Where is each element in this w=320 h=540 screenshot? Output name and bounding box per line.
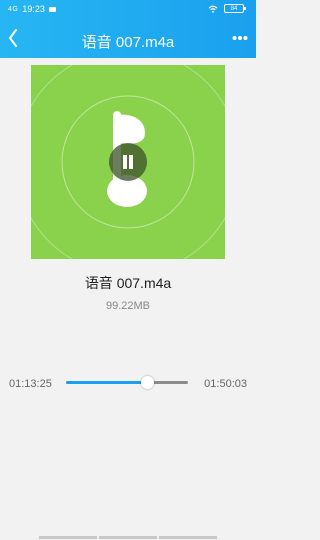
seek-progress: [66, 381, 148, 384]
total-time: 01:50:03: [204, 378, 247, 390]
app-header: 4G 19:23 84 语音 007.m4a: [0, 0, 256, 58]
status-left: 4G 19:23: [8, 4, 56, 14]
camera-icon: [48, 6, 56, 12]
battery-level: 84: [230, 6, 238, 12]
nav-indicator-segment: [159, 536, 217, 539]
file-size: 99.22MB: [105, 300, 151, 312]
more-options-button[interactable]: [232, 34, 248, 42]
wifi-icon: [208, 5, 218, 13]
page-title: 语音 007.m4a: [81, 34, 175, 51]
status-right: 84: [208, 4, 246, 13]
nav-indicator-segment: [99, 536, 157, 539]
seek-bar[interactable]: [66, 376, 188, 389]
status-time: 19:23: [22, 4, 45, 14]
bottom-nav-indicator: [0, 536, 256, 540]
battery-icon: 84: [224, 4, 246, 13]
signal-indicator: 4G: [8, 5, 19, 13]
nav-indicator-segment: [39, 536, 97, 539]
status-bar: 4G 19:23 84: [0, 0, 256, 18]
pause-button[interactable]: [109, 143, 147, 181]
current-time: 01:13:25: [9, 378, 52, 390]
seek-thumb[interactable]: [141, 376, 155, 389]
album-cover: [31, 65, 225, 259]
track-name: 语音 007.m4a: [84, 275, 172, 291]
